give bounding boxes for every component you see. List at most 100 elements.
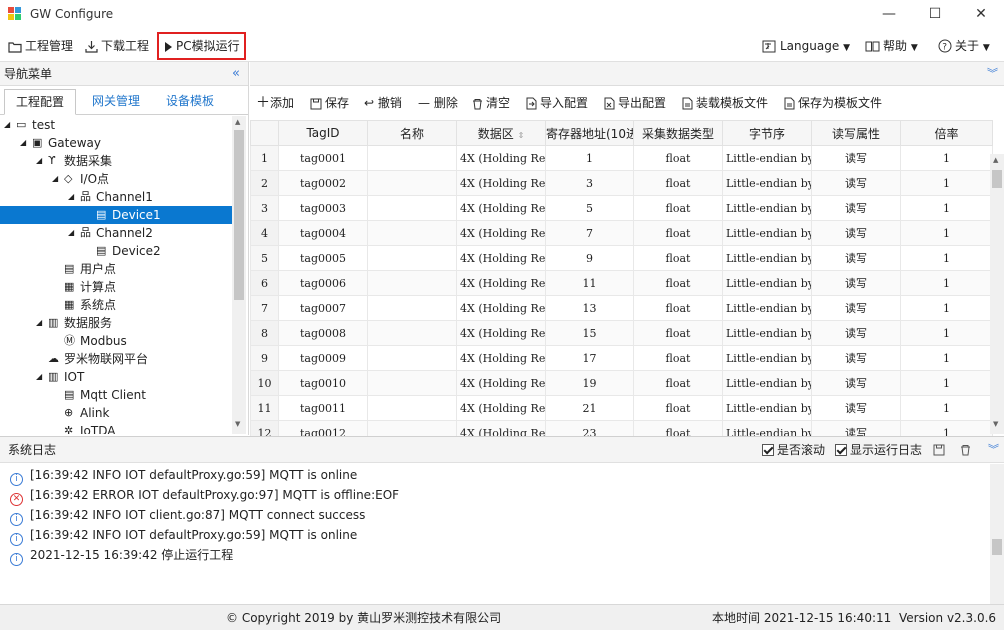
tab-gateway-manage[interactable]: 网关管理 xyxy=(80,89,152,115)
cell-byte-order[interactable]: Little-endian byte xyxy=(722,170,812,196)
maximize-button[interactable]: ☐ xyxy=(912,0,958,30)
save-button[interactable]: 保存 xyxy=(310,94,349,112)
about-menu[interactable]: ? 关于 ▼ xyxy=(938,38,990,56)
cell-name[interactable] xyxy=(367,145,457,171)
table-scroll-thumb[interactable] xyxy=(992,170,1002,188)
cell-rate[interactable]: 1 xyxy=(900,220,993,246)
cell-register-address[interactable]: 17 xyxy=(545,345,634,371)
cell-byte-order[interactable]: Little-endian byte xyxy=(722,320,812,346)
cell-data-area[interactable]: 4X (Holding Reg xyxy=(456,220,546,246)
cell-data-area[interactable]: 4X (Holding Reg xyxy=(456,295,546,321)
cell-data-type[interactable]: float xyxy=(633,170,723,196)
cell-data-area[interactable]: 4X (Holding Reg xyxy=(456,245,546,271)
cell-rw[interactable]: 读写 xyxy=(811,220,901,246)
table-row[interactable]: 9 tag0009 4X (Holding Reg 17 float Little-end… xyxy=(250,345,993,371)
tree-node-数据采集[interactable]: ◢ ϒ 数据采集 xyxy=(0,152,232,170)
cell-tagid[interactable]: tag0009 xyxy=(278,345,368,371)
tree-node-device2[interactable]: ▤ Device2 xyxy=(0,242,232,260)
tree-node-用户点[interactable]: ▤ 用户点 xyxy=(0,260,232,278)
cell-data-type[interactable]: float xyxy=(633,195,723,221)
tree-expand-icon[interactable]: ◢ xyxy=(36,368,42,386)
cell-rw[interactable]: 读写 xyxy=(811,245,901,271)
tree-node-device1[interactable]: ▤ Device1 xyxy=(0,206,232,224)
export-config-button[interactable]: 导出配置 xyxy=(604,94,666,112)
cell-register-address[interactable]: 3 xyxy=(545,170,634,196)
cell-register-address[interactable]: 1 xyxy=(545,145,634,171)
log-scrollbar[interactable] xyxy=(990,464,1004,604)
cell-data-type[interactable]: float xyxy=(633,245,723,271)
cell-data-area[interactable]: 4X (Holding Reg xyxy=(456,145,546,171)
cell-register-address[interactable]: 5 xyxy=(545,195,634,221)
import-config-button[interactable]: 导入配置 xyxy=(526,94,588,112)
table-scrollbar[interactable]: ▲ ▼ xyxy=(990,154,1004,434)
tree-expand-icon[interactable]: ◢ xyxy=(36,314,42,332)
cell-register-address[interactable]: 13 xyxy=(545,295,634,321)
collapse-left-icon[interactable]: « xyxy=(232,62,240,86)
tree-node-数据服务[interactable]: ◢ ▥ 数据服务 xyxy=(0,314,232,332)
column-header-register-address[interactable]: 寄存器地址(10进 xyxy=(545,120,634,146)
cell-rw[interactable]: 读写 xyxy=(811,195,901,221)
sort-icon[interactable]: ⇕ xyxy=(518,131,525,140)
table-row[interactable]: 8 tag0008 4X (Holding Reg 15 float Little-end… xyxy=(250,320,993,346)
auto-scroll-checkbox[interactable]: 是否滚动 xyxy=(762,437,825,463)
cell-data-area[interactable]: 4X (Holding Reg xyxy=(456,320,546,346)
cell-byte-order[interactable]: Little-endian byte xyxy=(722,245,812,271)
clear-button[interactable]: 清空 xyxy=(472,94,510,112)
tree-scroll-thumb[interactable] xyxy=(234,130,244,300)
tree-node-modbus[interactable]: Ⓜ Modbus xyxy=(0,332,232,350)
table-row[interactable]: 7 tag0007 4X (Holding Reg 13 float Little-end… xyxy=(250,295,993,321)
cell-data-area[interactable]: 4X (Holding Reg xyxy=(456,270,546,296)
cell-name[interactable] xyxy=(367,320,457,346)
cell-data-type[interactable]: float xyxy=(633,320,723,346)
cell-tagid[interactable]: tag0008 xyxy=(278,320,368,346)
tree-node-mqtt-client[interactable]: ▤ Mqtt Client xyxy=(0,386,232,404)
tree-node-iot[interactable]: ◢ ▥ IOT xyxy=(0,368,232,386)
tree-expand-icon[interactable]: ◢ xyxy=(68,224,74,242)
cell-byte-order[interactable]: Little-endian byte xyxy=(722,370,812,396)
cell-rate[interactable]: 1 xyxy=(900,395,993,421)
language-menu[interactable]: Language ▼ xyxy=(762,38,850,56)
tree-expand-icon[interactable]: ◢ xyxy=(20,134,26,152)
cell-tagid[interactable]: tag0002 xyxy=(278,170,368,196)
cell-tagid[interactable]: tag0007 xyxy=(278,295,368,321)
cell-rate[interactable]: 1 xyxy=(900,270,993,296)
table-row[interactable]: 1 tag0001 4X (Holding Reg 1 float Little-endi… xyxy=(250,145,993,171)
column-header-data-area[interactable]: 数据区 ⇕ xyxy=(456,120,546,146)
clear-log-icon[interactable] xyxy=(960,444,971,456)
cell-data-area[interactable]: 4X (Holding Reg xyxy=(456,170,546,196)
delete-button[interactable]: — 删除 xyxy=(418,94,458,112)
help-menu[interactable]: 帮助 ▼ xyxy=(865,38,918,56)
column-header-rate[interactable]: 倍率 xyxy=(900,120,993,146)
cell-byte-order[interactable]: Little-endian byte xyxy=(722,295,812,321)
column-header-byte-order[interactable]: 字节序 xyxy=(722,120,812,146)
table-row[interactable]: 6 tag0006 4X (Holding Reg 11 float Little-end… xyxy=(250,270,993,296)
cell-register-address[interactable]: 11 xyxy=(545,270,634,296)
cell-rate[interactable]: 1 xyxy=(900,320,993,346)
cell-rate[interactable]: 1 xyxy=(900,245,993,271)
log-scroll-thumb[interactable] xyxy=(992,539,1002,555)
table-row[interactable]: 5 tag0005 4X (Holding Reg 9 float Little-endi… xyxy=(250,245,993,271)
cell-tagid[interactable]: tag0010 xyxy=(278,370,368,396)
tree-expand-icon[interactable]: ◢ xyxy=(4,116,10,134)
table-row[interactable]: 4 tag0004 4X (Holding Reg 7 float Little-endi… xyxy=(250,220,993,246)
cell-data-area[interactable]: 4X (Holding Reg xyxy=(456,395,546,421)
cell-rw[interactable]: 读写 xyxy=(811,320,901,346)
save-log-icon[interactable] xyxy=(933,444,945,456)
expand-down-icon[interactable]: ︾ xyxy=(987,65,998,81)
cell-rw[interactable]: 读写 xyxy=(811,345,901,371)
tree-node-alink[interactable]: ⊕ Alink xyxy=(0,404,232,422)
pc-run-button[interactable]: PC模拟运行 xyxy=(157,32,246,60)
cell-rate[interactable]: 1 xyxy=(900,170,993,196)
tab-device-template[interactable]: 设备模板 xyxy=(154,89,226,115)
cell-rw[interactable]: 读写 xyxy=(811,295,901,321)
column-header-name[interactable]: 名称 xyxy=(367,120,457,146)
cell-rw[interactable]: 读写 xyxy=(811,170,901,196)
cell-data-area[interactable]: 4X (Holding Reg xyxy=(456,195,546,221)
cell-byte-order[interactable]: Little-endian byte xyxy=(722,270,812,296)
cell-tagid[interactable]: tag0003 xyxy=(278,195,368,221)
cell-rw[interactable]: 读写 xyxy=(811,370,901,396)
cell-register-address[interactable]: 15 xyxy=(545,320,634,346)
tree-expand-icon[interactable]: ◢ xyxy=(36,152,42,170)
add-button[interactable]: ＋添加 xyxy=(256,94,294,112)
cell-rate[interactable]: 1 xyxy=(900,195,993,221)
